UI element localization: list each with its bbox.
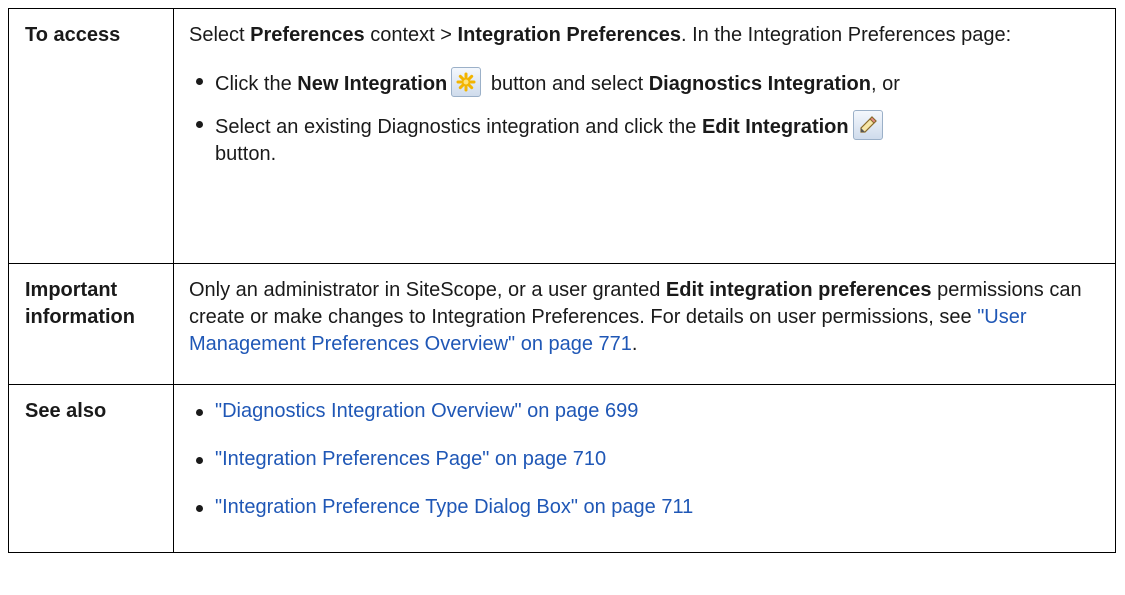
step-text: Click the bbox=[215, 73, 298, 95]
access-info-table: To access Select Preferences context > I… bbox=[8, 8, 1116, 553]
integration-preferences-page-link[interactable]: "Integration Preferences Page" on page 7… bbox=[215, 448, 606, 470]
diagnostics-integration-overview-link[interactable]: "Diagnostics Integration Overview" on pa… bbox=[215, 400, 638, 422]
row-content: "Diagnostics Integration Overview" on pa… bbox=[173, 384, 1116, 553]
preferences-context-label: Preferences bbox=[250, 24, 365, 46]
row-to-access: To access Select Preferences context > I… bbox=[8, 8, 1116, 264]
integration-preferences-label: Integration Preferences bbox=[457, 24, 681, 46]
edit-integration-label: Edit Integration bbox=[701, 116, 849, 138]
list-item: Select an existing Diagnostics integrati… bbox=[189, 110, 1103, 168]
diagnostics-integration-label: Diagnostics Integration bbox=[648, 73, 871, 95]
list-item: "Integration Preferences Page" on page 7… bbox=[189, 446, 1103, 473]
row-heading: To access bbox=[8, 8, 174, 264]
list-item: "Integration Preference Type Dialog Box"… bbox=[189, 494, 1103, 521]
edit-integration-preferences-label: Edit integration preferences bbox=[665, 279, 932, 301]
step-text: , or bbox=[870, 73, 900, 95]
intro-text: . In the Integration Preferences page: bbox=[680, 24, 1012, 46]
row-important-information: Important information Only an administra… bbox=[8, 263, 1116, 385]
row-heading: Important information bbox=[8, 263, 174, 385]
see-also-list: "Diagnostics Integration Overview" on pa… bbox=[189, 398, 1103, 521]
new-integration-icon bbox=[451, 67, 482, 97]
step-text: button. bbox=[215, 143, 277, 165]
intro-text: context > bbox=[364, 24, 458, 46]
access-steps-list: Click the New Integration button and sel… bbox=[189, 67, 1103, 168]
row-heading: See also bbox=[8, 384, 174, 553]
step-text: button and select bbox=[485, 73, 649, 95]
list-item: "Diagnostics Integration Overview" on pa… bbox=[189, 398, 1103, 425]
list-item: Click the New Integration button and sel… bbox=[189, 67, 1103, 98]
row-content: Only an administrator in SiteScope, or a… bbox=[173, 263, 1116, 385]
new-integration-label: New Integration bbox=[297, 73, 448, 95]
integration-preference-type-dialog-link[interactable]: "Integration Preference Type Dialog Box"… bbox=[215, 496, 693, 518]
info-text: Only an administrator in SiteScope, or a… bbox=[189, 279, 666, 301]
intro-text: Select bbox=[189, 24, 251, 46]
row-see-also: See also "Diagnostics Integration Overvi… bbox=[8, 384, 1116, 553]
step-text: Select an existing Diagnostics integrati… bbox=[215, 116, 702, 138]
row-content: Select Preferences context > Integration… bbox=[173, 8, 1116, 264]
edit-integration-icon bbox=[852, 110, 883, 140]
access-intro: Select Preferences context > Integration… bbox=[189, 22, 1103, 49]
info-text: . bbox=[631, 333, 638, 355]
